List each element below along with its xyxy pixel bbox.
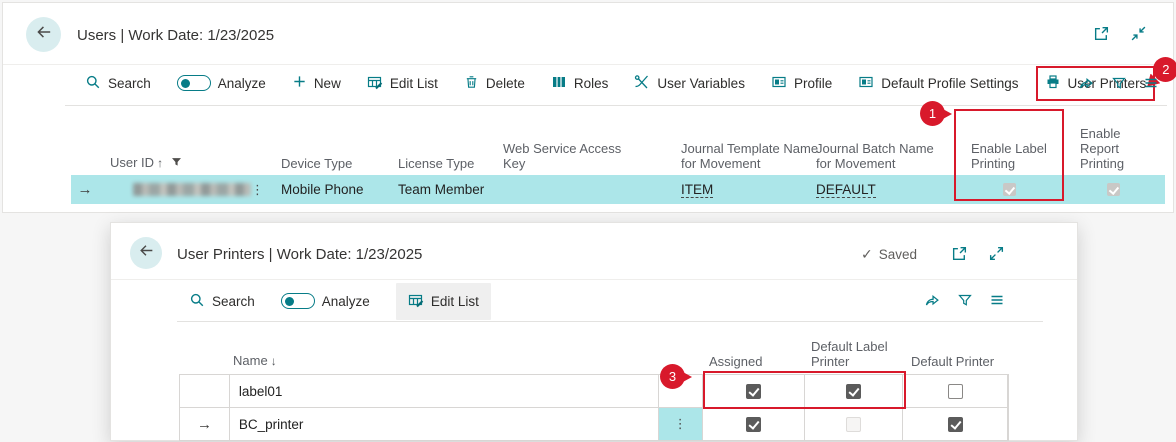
filter-applied-icon	[171, 155, 182, 170]
default-label-printer-cell[interactable]	[805, 408, 903, 440]
profile-button[interactable]: Profile	[771, 74, 832, 93]
enable-report-printing-checkbox	[1107, 183, 1120, 196]
column-header-journal-template[interactable]: Journal Template Name for Movement	[681, 141, 826, 171]
assigned-cell[interactable]	[703, 408, 806, 440]
edit-list-button[interactable]: Edit List	[367, 74, 438, 93]
search-button[interactable]: Search	[85, 74, 151, 93]
page-title: Users | Work Date: 1/23/2025	[77, 27, 274, 44]
users-table-row[interactable]: → ⋮ Mobile Phone Team Member ITEM DEFAUL…	[71, 175, 1165, 204]
options-menu-icon[interactable]	[1143, 75, 1159, 91]
sort-descending-icon: ↓	[271, 354, 277, 368]
share-icon[interactable]	[1077, 74, 1095, 91]
default-label-printer-cell[interactable]	[805, 375, 903, 407]
new-button[interactable]: New	[292, 74, 341, 92]
user-variables-button[interactable]: User Variables	[634, 74, 745, 93]
enable-label-printing-checkbox	[1003, 183, 1016, 196]
dialog-title: User Printers | Work Date: 1/23/2025	[177, 246, 422, 263]
options-menu-icon[interactable]	[989, 292, 1005, 308]
default-printer-cell[interactable]	[903, 408, 1008, 440]
cell-device-type[interactable]: Mobile Phone	[281, 175, 364, 204]
current-row-arrow-icon: →	[78, 181, 93, 198]
column-header-journal-batch[interactable]: Journal Batch Name for Movement	[816, 141, 948, 171]
assigned-checkbox[interactable]	[746, 384, 761, 399]
open-in-new-window-icon[interactable]	[1093, 25, 1110, 42]
filter-icon[interactable]	[957, 292, 973, 308]
table-row[interactable]: label01	[180, 375, 1008, 408]
assigned-checkbox[interactable]	[746, 417, 761, 432]
analyze-toggle[interactable]: Analyze	[177, 75, 266, 91]
column-header-assigned[interactable]: Assigned	[709, 354, 762, 369]
row-options-icon[interactable]: ⋮	[251, 185, 264, 195]
toggle-off-icon[interactable]	[177, 75, 211, 91]
column-header-default-printer[interactable]: Default Printer	[911, 354, 994, 369]
edit-list-icon	[408, 292, 424, 311]
default-printer-cell[interactable]	[903, 375, 1008, 407]
column-header-device-type[interactable]: Device Type	[281, 156, 352, 171]
cell-license-type[interactable]: Team Member	[398, 175, 484, 204]
column-header-name[interactable]: Name↓	[233, 353, 277, 369]
search-icon	[189, 292, 205, 311]
cell-name[interactable]: BC_printer	[230, 408, 659, 440]
table-columns-icon	[551, 74, 567, 93]
screen: Users | Work Date: 1/23/2025 Search Anal…	[0, 0, 1176, 442]
saved-label: Saved	[879, 247, 917, 262]
saved-check-icon: ✓	[861, 246, 873, 263]
row-options-cell[interactable]: ⋮	[659, 408, 703, 440]
default-profile-settings-button[interactable]: Default Profile Settings	[858, 74, 1018, 93]
cell-name[interactable]: label01	[230, 375, 659, 407]
open-in-new-window-icon[interactable]	[951, 245, 968, 262]
column-header-user-id[interactable]: User ID↑	[110, 155, 182, 171]
column-header-web-service-access-key[interactable]: Web Service Access Key	[503, 141, 633, 171]
save-status: ✓ Saved	[861, 246, 917, 263]
column-header-default-label-printer[interactable]: Default Label Printer	[811, 339, 906, 369]
variable-branch-icon	[634, 74, 650, 93]
collapse-window-icon[interactable]	[1130, 25, 1147, 42]
roles-button[interactable]: Roles	[551, 74, 609, 93]
id-card-icon	[771, 74, 787, 93]
annotation-badge-1: 1	[920, 101, 945, 126]
column-header-license-type[interactable]: License Type	[398, 156, 474, 171]
user-printers-window: User Printers | Work Date: 1/23/2025 ✓ S…	[110, 222, 1078, 441]
back-button[interactable]	[26, 17, 61, 52]
row-options-icon[interactable]: ⋮	[674, 419, 687, 429]
plus-icon	[292, 74, 307, 92]
users-window: Users | Work Date: 1/23/2025 Search Anal…	[2, 2, 1174, 213]
column-header-enable-report-printing[interactable]: Enable Report Printing	[1080, 126, 1142, 171]
default-printer-checkbox[interactable]	[948, 384, 963, 399]
sort-ascending-icon: ↑	[157, 156, 163, 170]
back-button[interactable]	[130, 237, 162, 269]
expand-window-icon[interactable]	[988, 245, 1005, 262]
row-selector-cell[interactable]	[180, 375, 230, 407]
printers-grid-header: Name↓ Assigned Default Label Printer Def…	[111, 323, 1077, 371]
search-icon	[85, 74, 101, 93]
toggle-off-icon[interactable]	[281, 293, 315, 309]
delete-button[interactable]: Delete	[464, 74, 525, 93]
row-selector-cell[interactable]: →	[180, 408, 230, 440]
default-label-printer-checkbox[interactable]	[846, 384, 861, 399]
analyze-toggle[interactable]: Analyze	[281, 293, 370, 309]
id-card-icon	[858, 74, 874, 93]
column-header-enable-label-printing[interactable]: Enable Label Printing	[971, 141, 1053, 171]
default-label-printer-checkbox	[846, 417, 861, 432]
cell-journal-template[interactable]: ITEM	[681, 182, 713, 198]
printers-table: label01 → BC_printer ⋮	[179, 374, 1009, 441]
printer-icon	[1045, 74, 1061, 93]
back-arrow-icon	[138, 242, 155, 264]
trash-icon	[464, 74, 479, 93]
users-grid-header: User ID↑ Device Type License Type Web Se…	[3, 111, 1175, 173]
edit-list-icon	[367, 74, 383, 93]
cell-journal-batch[interactable]: DEFAULT	[816, 182, 876, 198]
current-row-arrow-icon: →	[197, 416, 212, 433]
annotation-badge-3: 3	[660, 364, 685, 389]
search-button[interactable]: Search	[189, 292, 255, 311]
back-arrow-icon	[35, 23, 53, 46]
assigned-cell[interactable]	[703, 375, 806, 407]
user-id-redacted	[133, 183, 251, 196]
share-icon[interactable]	[923, 291, 941, 308]
edit-list-button[interactable]: Edit List	[396, 283, 491, 320]
table-row[interactable]: → BC_printer ⋮	[180, 408, 1008, 441]
filter-icon[interactable]	[1111, 75, 1127, 91]
default-printer-checkbox[interactable]	[948, 417, 963, 432]
